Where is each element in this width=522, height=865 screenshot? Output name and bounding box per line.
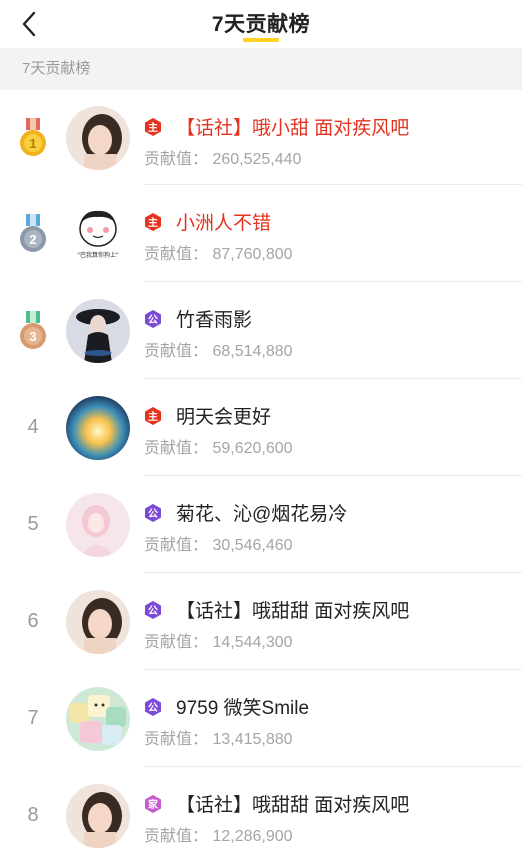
contribution-value: 贡献值： 87,760,800 (144, 246, 293, 263)
contribution-value: 贡献值： 14,544,300 (144, 634, 293, 651)
svg-text:主: 主 (148, 121, 158, 134)
rank-medal-gold: 1 (0, 117, 66, 158)
navigation-bar: 7天贡献榜 (0, 0, 522, 48)
gold-medal-icon: 1 (20, 117, 46, 156)
svg-text:公: 公 (148, 605, 158, 617)
list-item[interactable]: 7 公 9759 微笑Smile 贡献值： 13,415,880 (0, 670, 522, 767)
user-name[interactable]: 【话社】哦小甜 面对疾风吧 (176, 113, 409, 140)
user-name[interactable]: 菊花、沁@烟花易冷 (176, 499, 347, 526)
user-name[interactable]: 小洲人不错 (176, 208, 271, 235)
list-item[interactable]: 5 公 菊花、沁@烟花易冷 贡献值： 30,546,460 (0, 476, 522, 573)
svg-text:2: 2 (29, 232, 36, 247)
avatar[interactable] (66, 298, 130, 363)
host-badge-icon: 主 (145, 212, 161, 231)
avatar[interactable] (66, 492, 130, 557)
list-item[interactable]: 2 "巴我算你狗上" 主 小洲人不错 贡献值： 87,760,800 (0, 185, 522, 282)
rank-number: 4 (27, 416, 39, 438)
avatar[interactable] (66, 105, 130, 170)
user-name[interactable]: 明天会更好 (176, 402, 271, 429)
svg-text:主: 主 (148, 216, 158, 229)
bronze-medal-icon: 3 (20, 310, 46, 349)
ranking-list: 1 主 【话社】哦小甜 面对疾风吧 贡献值： 260,525,440 2 "巴我… (0, 90, 522, 864)
contribution-value: 贡献值： 30,546,460 (144, 537, 293, 554)
rank-medal-silver: 2 (0, 213, 66, 254)
contribution-value: 贡献值： 13,415,880 (144, 731, 293, 748)
list-item[interactable]: 6 公 【话社】哦甜甜 面对疾风吧 贡献值： 14,544,300 (0, 573, 522, 670)
svg-text:主: 主 (148, 410, 158, 423)
avatar[interactable] (66, 783, 130, 848)
guild-badge-pink-icon: 家 (145, 794, 161, 813)
guild-badge-icon: 公 (145, 503, 161, 522)
title-underline (243, 38, 279, 42)
avatar[interactable] (66, 686, 130, 751)
svg-text:家: 家 (148, 798, 159, 811)
guild-badge-icon: 公 (145, 697, 161, 716)
avatar[interactable] (66, 589, 130, 654)
avatar[interactable] (66, 395, 130, 460)
svg-text:1: 1 (29, 136, 36, 151)
user-name[interactable]: 9759 微笑Smile (176, 693, 309, 720)
svg-text:3: 3 (29, 329, 36, 344)
section-header: 7天贡献榜 (0, 48, 522, 90)
rank-number: 7 (27, 707, 39, 729)
host-badge-icon: 主 (145, 406, 161, 425)
svg-text:公: 公 (148, 314, 158, 326)
list-item[interactable]: 1 主 【话社】哦小甜 面对疾风吧 贡献值： 260,525,440 (0, 90, 522, 185)
rank-number: 6 (27, 610, 39, 632)
svg-text:公: 公 (148, 702, 158, 714)
list-item[interactable]: 4 主 明天会更好 贡献值： 59,620,600 (0, 379, 522, 476)
guild-badge-icon: 公 (145, 600, 161, 619)
contribution-value: 贡献值： 59,620,600 (144, 440, 293, 457)
rank-number: 5 (27, 513, 39, 535)
page-title: 7天贡献榜 (211, 13, 311, 36)
svg-text:"巴我算你狗上": "巴我算你狗上" (77, 251, 119, 259)
guild-badge-icon: 公 (145, 309, 161, 328)
user-name[interactable]: 【话社】哦甜甜 面对疾风吧 (176, 596, 409, 623)
svg-text:公: 公 (148, 508, 158, 520)
rank-medal-bronze: 3 (0, 310, 66, 351)
user-name[interactable]: 【话社】哦甜甜 面对疾风吧 (176, 790, 409, 817)
contribution-value: 贡献值： 68,514,880 (144, 343, 293, 360)
user-name[interactable]: 竹香雨影 (176, 305, 252, 332)
list-item[interactable]: 8 家 【话社】哦甜甜 面对疾风吧 贡献值： 12,286,900 (0, 767, 522, 864)
rank-number: 8 (27, 804, 39, 826)
contribution-value: 贡献值： 260,525,440 (144, 151, 302, 168)
host-badge-icon: 主 (145, 117, 161, 136)
silver-medal-icon: 2 (20, 213, 46, 252)
avatar[interactable]: "巴我算你狗上" (66, 201, 130, 266)
contribution-value: 贡献值： 12,286,900 (144, 828, 293, 845)
list-item[interactable]: 3 公 竹香雨影 贡献值： 68,514,880 (0, 282, 522, 379)
